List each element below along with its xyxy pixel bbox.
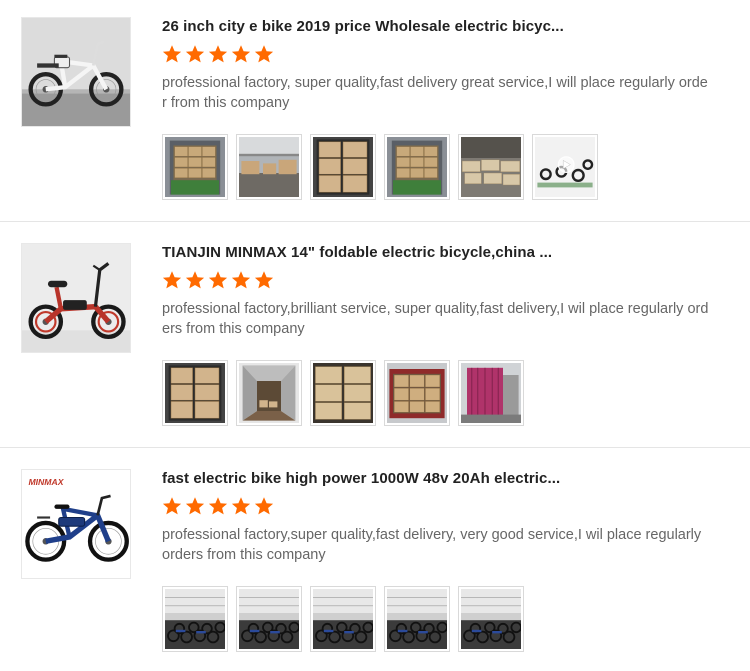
rating-stars: [162, 270, 274, 290]
loaded-container-photo[interactable]: [384, 360, 450, 426]
packed-boxes-photo[interactable]: [458, 134, 524, 200]
star-icon: [185, 497, 205, 515]
star-icon: [254, 45, 274, 63]
product-image[interactable]: [21, 17, 131, 127]
product-title-link[interactable]: fast electric bike high power 1000W 48v …: [162, 470, 722, 488]
star-icon: [185, 271, 205, 289]
video-thumbnail[interactable]: [532, 134, 598, 200]
rating-stars: [162, 44, 274, 64]
star-icon: [254, 271, 274, 289]
container-photo[interactable]: [384, 134, 450, 200]
review-item: TIANJIN MINMAX 14" foldable electric bic…: [0, 226, 750, 452]
review-comment: professional factory, super quality,fast…: [162, 75, 708, 111]
container-photo[interactable]: [162, 134, 228, 200]
review-item: 26 inch city e bike 2019 price Wholesale…: [0, 0, 750, 226]
factory-bikes-photo[interactable]: [384, 586, 450, 652]
review-comment: professional factory,super quality,fast …: [162, 527, 702, 563]
stacked-boxes-photo[interactable]: [310, 360, 376, 426]
container-truck-photo[interactable]: [458, 360, 524, 426]
empty-container-photo[interactable]: [236, 360, 302, 426]
star-icon: [231, 45, 251, 63]
svg-text:MINMAX: MINMAX: [28, 477, 64, 487]
review-photos: [162, 360, 524, 426]
review-item: MINMAX fast electric bike high power 100…: [0, 452, 750, 671]
boxes-in-container-photo[interactable]: [310, 134, 376, 200]
star-icon: [162, 497, 182, 515]
factory-bikes-photo[interactable]: [162, 586, 228, 652]
star-icon: [162, 45, 182, 63]
star-icon: [162, 271, 182, 289]
star-icon: [231, 271, 251, 289]
product-title-link[interactable]: TIANJIN MINMAX 14" foldable electric bic…: [162, 244, 722, 262]
rating-stars: [162, 496, 274, 516]
product-image[interactable]: MINMAX: [21, 469, 131, 579]
review-divider: [0, 221, 750, 222]
review-photos: [162, 586, 524, 652]
boxes-in-container-photo[interactable]: [162, 360, 228, 426]
warehouse-photo[interactable]: [236, 134, 302, 200]
star-icon: [185, 45, 205, 63]
product-title-link[interactable]: 26 inch city e bike 2019 price Wholesale…: [162, 18, 722, 36]
factory-bikes-photo[interactable]: [310, 586, 376, 652]
product-image[interactable]: [21, 243, 131, 353]
review-comment: professional factory,brilliant service, …: [162, 301, 709, 337]
review-divider: [0, 447, 750, 448]
star-icon: [208, 271, 228, 289]
factory-bikes-photo[interactable]: [236, 586, 302, 652]
review-photos: [162, 134, 598, 200]
star-icon: [208, 45, 228, 63]
factory-bikes-photo[interactable]: [458, 586, 524, 652]
star-icon: [208, 497, 228, 515]
star-icon: [254, 497, 274, 515]
star-icon: [231, 497, 251, 515]
